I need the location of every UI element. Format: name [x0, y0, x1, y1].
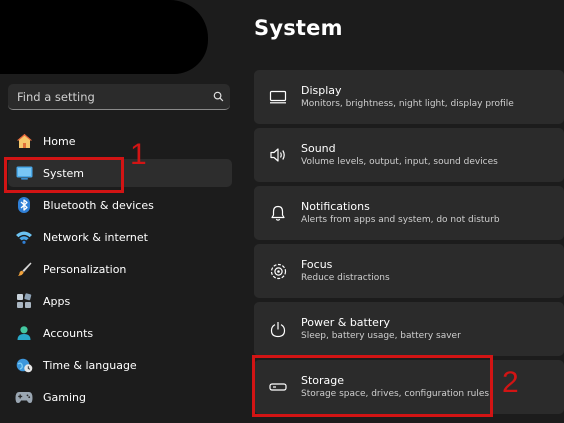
card-sound[interactable]: Sound Volume levels, output, input, soun… [254, 128, 564, 182]
sidebar-item-label: Apps [43, 294, 71, 308]
sidebar-item-label: Home [43, 134, 76, 148]
card-description: Sleep, battery usage, battery saver [301, 330, 461, 341]
sidebar-item-personalization[interactable]: Personalization [8, 255, 232, 283]
card-title: Sound [301, 141, 336, 155]
bluetooth-icon [14, 195, 34, 215]
card-power-battery[interactable]: Power & battery Sleep, battery usage, ba… [254, 302, 564, 356]
monitor-icon [14, 163, 34, 183]
card-title: Display [301, 83, 342, 97]
sidebar-item-label: Personalization [43, 262, 127, 276]
storage-icon [267, 376, 289, 398]
card-focus[interactable]: Focus Reduce distractions [254, 244, 564, 298]
settings-window: Home System Bluetooth & devices Network … [0, 0, 564, 423]
card-title: Storage [301, 373, 345, 387]
person-icon [14, 323, 34, 343]
gamepad-icon [14, 387, 34, 407]
search-input[interactable] [8, 89, 206, 104]
apps-icon [14, 291, 34, 311]
sidebar-item-label: Network & internet [43, 230, 148, 244]
card-title: Power & battery [301, 315, 390, 329]
display-icon [267, 86, 289, 108]
sidebar-item-system[interactable]: System [8, 159, 232, 187]
sidebar-item-apps[interactable]: Apps [8, 287, 232, 315]
sidebar-item-network-internet[interactable]: Network & internet [8, 223, 232, 251]
card-description: Volume levels, output, input, sound devi… [301, 156, 498, 167]
annotation-number-2: 2 [502, 366, 519, 399]
wifi-icon [14, 227, 34, 247]
bell-icon [267, 202, 289, 224]
search-box[interactable] [8, 84, 230, 110]
page-title: System [254, 16, 343, 40]
brush-icon [14, 259, 34, 279]
focus-icon [267, 260, 289, 282]
card-display[interactable]: Display Monitors, brightness, night ligh… [254, 70, 564, 124]
speaker-icon [267, 144, 289, 166]
sidebar-item-gaming[interactable]: Gaming [8, 383, 232, 411]
sidebar-item-label: Time & language [43, 358, 137, 372]
sidebar-item-home[interactable]: Home [8, 127, 232, 155]
sidebar-item-time-language[interactable]: Time & language [8, 351, 232, 379]
search-icon[interactable] [206, 85, 230, 109]
sidebar-item-bluetooth-devices[interactable]: Bluetooth & devices [8, 191, 232, 219]
redacted-account-area [0, 0, 208, 74]
sidebar-item-label: Accounts [43, 326, 94, 340]
power-icon [267, 318, 289, 340]
sidebar-item-label: System [43, 166, 85, 180]
sidebar-item-label: Bluetooth & devices [43, 198, 154, 212]
sidebar-item-accounts[interactable]: Accounts [8, 319, 232, 347]
card-description: Storage space, drives, configuration rul… [301, 388, 490, 399]
annotation-number-1: 1 [130, 138, 147, 171]
globe-clock-icon [14, 355, 34, 375]
sidebar-item-label: Gaming [43, 390, 86, 404]
card-description: Alerts from apps and system, do not dist… [301, 214, 500, 225]
card-title: Notifications [301, 199, 370, 213]
card-description: Reduce distractions [301, 272, 390, 283]
card-notifications[interactable]: Notifications Alerts from apps and syste… [254, 186, 564, 240]
card-title: Focus [301, 257, 333, 271]
home-icon [14, 131, 34, 151]
card-description: Monitors, brightness, night light, displ… [301, 98, 514, 109]
sidebar-nav: Home System Bluetooth & devices Network … [8, 127, 232, 415]
